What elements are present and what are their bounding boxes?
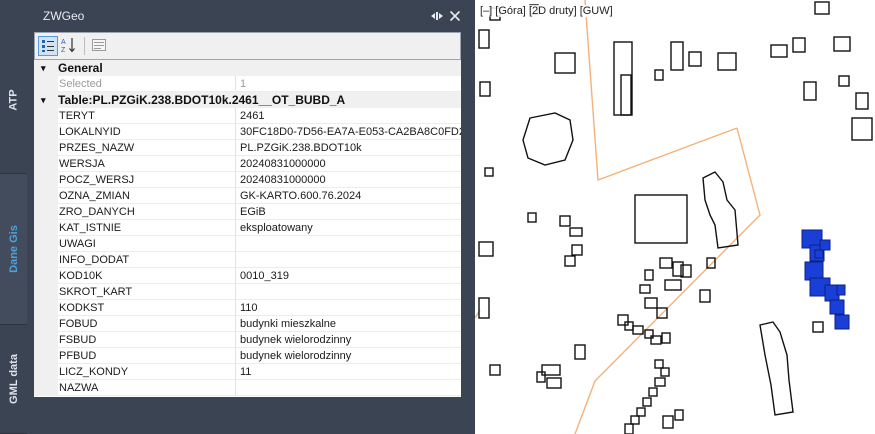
property-row-uwagi[interactable]: UWAGI bbox=[34, 236, 461, 252]
property-value[interactable]: 0010_319 bbox=[236, 268, 461, 284]
property-pages-icon[interactable] bbox=[90, 36, 110, 56]
property-value[interactable]: budynki mieszkalne bbox=[236, 316, 461, 332]
category-general-title: General bbox=[58, 61, 103, 75]
view-name-menu[interactable]: [Góra] bbox=[495, 5, 526, 17]
tab-atp[interactable]: ATP bbox=[0, 26, 27, 174]
side-tab-bar: ATP Dane Gis GML data bbox=[0, 0, 27, 434]
property-name: NAZWA bbox=[58, 380, 236, 396]
drawing-canvas[interactable]: [–] [Góra] [2D druty] [GUW] bbox=[475, 0, 875, 434]
property-name: WERSJA bbox=[58, 156, 236, 172]
toolbar-separator bbox=[84, 37, 85, 55]
property-value[interactable]: 30FC18D0-7D56-EA7A-E053-CA2BA8C0FD21 bbox=[236, 124, 461, 140]
panel-footer bbox=[34, 397, 461, 434]
tab-bar-splitter[interactable] bbox=[27, 0, 34, 434]
viewport-control-menu[interactable]: [–] bbox=[480, 5, 492, 17]
property-grid: ▾ General Selected 1 ▾ Table:PL.PZGiK.23… bbox=[34, 60, 461, 397]
property-value[interactable] bbox=[236, 284, 461, 300]
property-value: 1 bbox=[236, 76, 461, 92]
viewport-controls: [–] [Góra] [2D druty] [GUW] bbox=[480, 5, 613, 17]
panel-splitter[interactable] bbox=[461, 0, 475, 434]
property-name: PFBUD bbox=[58, 348, 236, 364]
property-row-pocz-wersj[interactable]: POCZ_WERSJ 20240831000000 bbox=[34, 172, 461, 188]
property-value[interactable] bbox=[236, 236, 461, 252]
panel-titlebar[interactable]: ZWGeo bbox=[34, 0, 461, 32]
property-value[interactable]: 2461 bbox=[236, 108, 461, 124]
property-row-nazwa[interactable]: NAZWA bbox=[34, 380, 461, 396]
selected-building bbox=[801, 229, 850, 330]
property-name: KOD10K bbox=[58, 268, 236, 284]
property-row-kodkst[interactable]: KODKST 110 bbox=[34, 300, 461, 316]
map-drawing bbox=[475, 0, 873, 434]
property-row-licz-kondy[interactable]: LICZ_KONDY 11 bbox=[34, 364, 461, 380]
property-toolbar: AZ bbox=[34, 32, 461, 60]
property-name: OZNA_ZMIAN bbox=[58, 188, 236, 204]
zwgeo-panel: ZWGeo AZ ▾ General Selected 1 ▾ Table:PL… bbox=[34, 0, 461, 434]
property-name: FSBUD bbox=[58, 332, 236, 348]
category-table-title: Table:PL.PZGiK.238.BDOT10k.2461__OT_BUBD… bbox=[58, 93, 346, 107]
property-value[interactable]: 110 bbox=[236, 300, 461, 316]
tab-dane-gis[interactable]: Dane Gis bbox=[0, 174, 27, 325]
svg-text:A: A bbox=[61, 39, 66, 46]
property-row-skrot-kart[interactable]: SKROT_KART bbox=[34, 284, 461, 300]
tab-atp-label: ATP bbox=[7, 88, 20, 111]
property-row-selected[interactable]: Selected 1 bbox=[34, 76, 461, 92]
property-value[interactable]: eksploatowany bbox=[236, 220, 461, 236]
property-row-wersja[interactable]: WERSJA 20240831000000 bbox=[34, 156, 461, 172]
tab-gml-data[interactable]: GML data bbox=[0, 325, 27, 434]
property-row-kod10k[interactable]: KOD10K 0010_319 bbox=[34, 268, 461, 284]
property-value[interactable]: budynek wielorodzinny bbox=[236, 332, 461, 348]
category-table[interactable]: ▾ Table:PL.PZGiK.238.BDOT10k.2461__OT_BU… bbox=[34, 92, 461, 108]
property-name: PRZES_NAZW bbox=[58, 140, 236, 156]
auto-hide-icon[interactable] bbox=[429, 8, 445, 24]
alphabetical-sort-icon[interactable]: AZ bbox=[60, 36, 80, 56]
property-value[interactable] bbox=[236, 252, 461, 268]
property-row-ozna-zmian[interactable]: OZNA_ZMIAN GK-KARTO.600.76.2024 bbox=[34, 188, 461, 204]
property-row-zro-danych[interactable]: ZRO_DANYCH EGiB bbox=[34, 204, 461, 220]
property-name: POCZ_WERSJ bbox=[58, 172, 236, 188]
property-name: LICZ_KONDY bbox=[58, 364, 236, 380]
property-row-teryt[interactable]: TERYT 2461 bbox=[34, 108, 461, 124]
category-general[interactable]: ▾ General bbox=[34, 60, 461, 76]
categorized-view-icon[interactable] bbox=[38, 36, 58, 56]
tab-dane-gis-label: Dane Gis bbox=[7, 225, 20, 273]
property-row-pfbud[interactable]: PFBUD budynek wielorodzinny bbox=[34, 348, 461, 364]
property-name: INFO_DODAT bbox=[58, 252, 236, 268]
building-outlines bbox=[478, 1, 873, 434]
property-name: TERYT bbox=[58, 108, 236, 124]
tab-gml-data-label: GML data bbox=[7, 354, 20, 404]
property-name: SKROT_KART bbox=[58, 284, 236, 300]
svg-text:Z: Z bbox=[61, 47, 66, 54]
property-name: UWAGI bbox=[58, 236, 236, 252]
property-value[interactable]: EGiB bbox=[236, 204, 461, 220]
property-name: ZRO_DANYCH bbox=[58, 204, 236, 220]
parcel-boundary-lines bbox=[475, 0, 761, 434]
property-row-lokalnyid[interactable]: LOKALNYID 30FC18D0-7D56-EA7A-E053-CA2BA8C… bbox=[34, 124, 461, 140]
visual-style-menu[interactable]: [2D druty] bbox=[529, 5, 577, 17]
property-value[interactable]: GK-KARTO.600.76.2024 bbox=[236, 188, 461, 204]
property-row-przes-nazw[interactable]: PRZES_NAZW PL.PZGiK.238.BDOT10k bbox=[34, 140, 461, 156]
property-row-kat-istnie[interactable]: KAT_ISTNIE eksploatowany bbox=[34, 220, 461, 236]
property-row-info-dodat[interactable]: INFO_DODAT bbox=[34, 252, 461, 268]
property-name: KODKST bbox=[58, 300, 236, 316]
property-name: KAT_ISTNIE bbox=[58, 220, 236, 236]
property-value[interactable]: budynek wielorodzinny bbox=[236, 348, 461, 364]
property-value[interactable]: 20240831000000 bbox=[236, 172, 461, 188]
property-name: Selected bbox=[58, 76, 236, 92]
property-value[interactable] bbox=[236, 380, 461, 396]
property-value[interactable]: 20240831000000 bbox=[236, 156, 461, 172]
property-row-fobud[interactable]: FOBUD budynki mieszkalne bbox=[34, 316, 461, 332]
collapse-icon[interactable]: ▾ bbox=[41, 92, 46, 108]
ucs-menu[interactable]: [GUW] bbox=[580, 5, 613, 17]
collapse-icon[interactable]: ▾ bbox=[41, 60, 46, 76]
property-value[interactable]: 11 bbox=[236, 364, 461, 380]
property-name: LOKALNYID bbox=[58, 124, 236, 140]
property-name: FOBUD bbox=[58, 316, 236, 332]
property-value[interactable]: PL.PZGiK.238.BDOT10k bbox=[236, 140, 461, 156]
property-row-fsbud[interactable]: FSBUD budynek wielorodzinny bbox=[34, 332, 461, 348]
panel-title: ZWGeo bbox=[43, 9, 85, 23]
